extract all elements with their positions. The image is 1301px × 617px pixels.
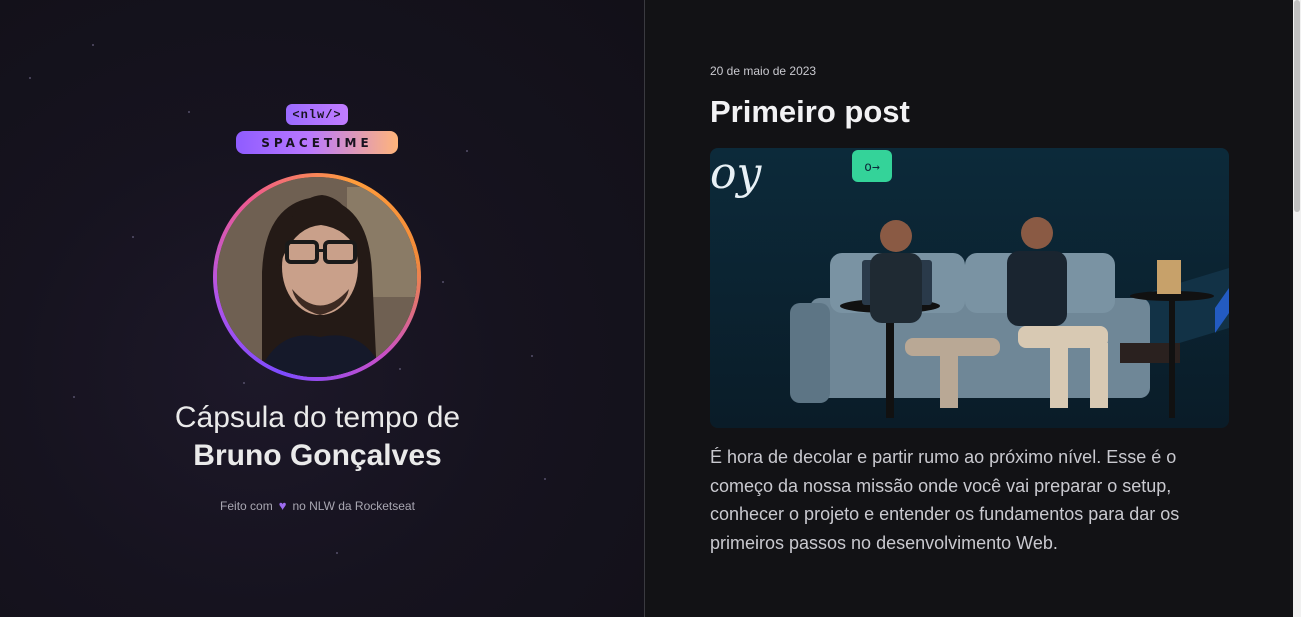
svg-text:o→: o→ [864, 160, 880, 175]
star-decoration [73, 396, 75, 398]
memory-cover-image: o→ oy [710, 148, 1229, 428]
credits-after: no NLW da Rocketseat [292, 498, 415, 513]
user-name: Bruno Gonçalves [193, 439, 442, 472]
star-decoration [243, 382, 245, 384]
star-decoration [188, 111, 190, 113]
credits-before: Feito com [220, 498, 273, 513]
star-decoration [466, 150, 468, 152]
scrollbar-thumb[interactable] [1294, 0, 1300, 212]
star-decoration [544, 478, 546, 480]
star-decoration [92, 44, 94, 46]
avatar [217, 177, 417, 377]
star-decoration [531, 355, 533, 357]
heart-icon: ♥ [278, 498, 287, 513]
star-decoration [132, 236, 134, 238]
avatar-ring [213, 173, 421, 381]
spacetime-logo: <nlw/> SPACETIME [236, 104, 398, 154]
star-decoration [442, 281, 444, 283]
memory-content: É hora de decolar e partir rumo ao próxi… [710, 447, 1180, 553]
logo-wordmark: SPACETIME [236, 131, 398, 154]
profile-panel: <nlw/> SPACETIME Cápsula do tempo de Bru… [0, 0, 645, 617]
footer-credits: Feito com ♥ no NLW da Rocketseat [0, 498, 635, 513]
star-decoration [29, 77, 31, 79]
star-decoration [399, 368, 401, 370]
star-decoration [336, 552, 338, 554]
svg-text:oy: oy [710, 148, 762, 199]
memory-feed: 20 de maio de 2023 Primeiro post o→ oy É… [646, 0, 1293, 617]
logo-tag: <nlw/> [286, 104, 348, 125]
memory-date: 20 de maio de 2023 [710, 64, 817, 78]
capsule-title: Cápsula do tempo de [174, 401, 461, 434]
memory-title: Primeiro post [710, 94, 910, 129]
